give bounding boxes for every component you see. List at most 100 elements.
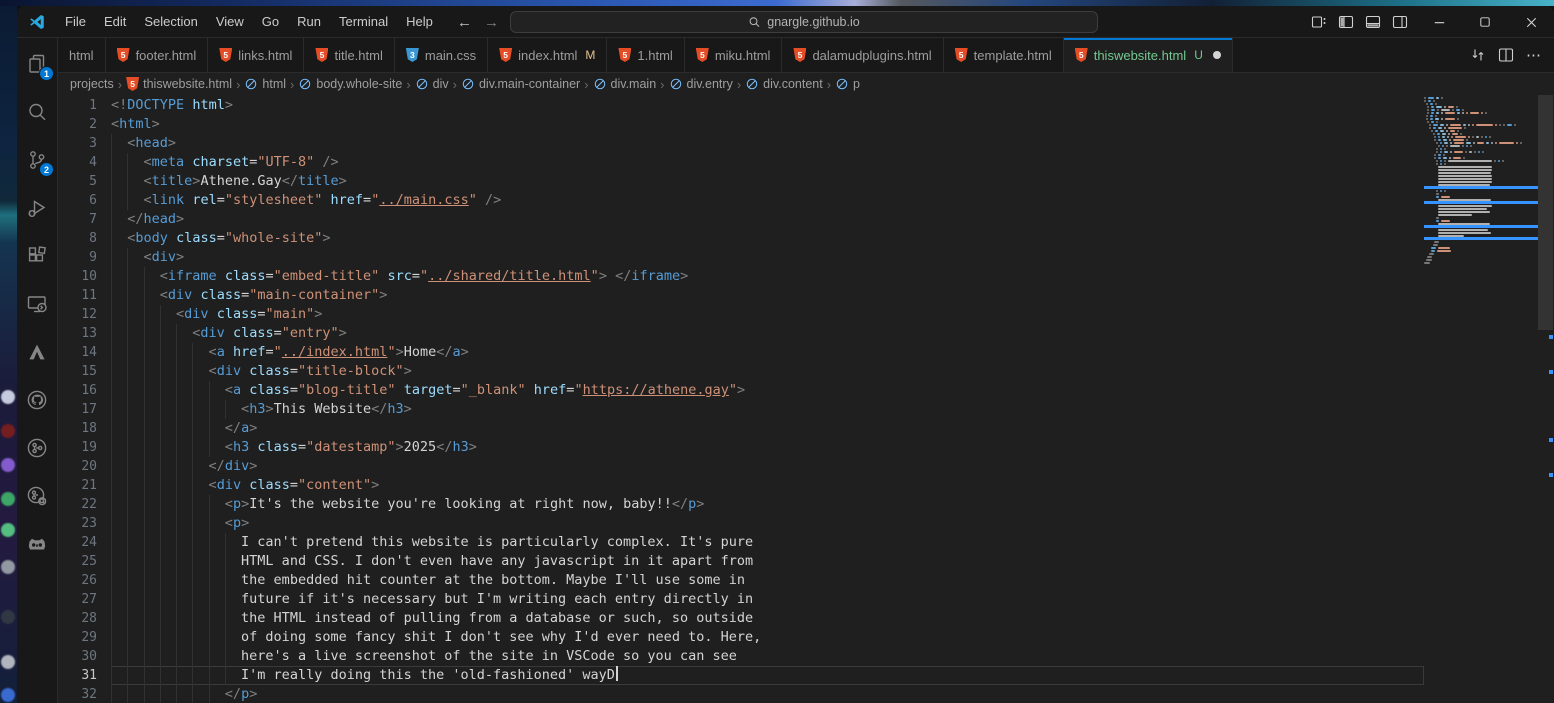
- activity-item-remote-explorer[interactable]: [17, 280, 57, 328]
- line-number[interactable]: 23: [58, 514, 111, 533]
- line-number[interactable]: 22: [58, 495, 111, 514]
- code-line-2[interactable]: <html>: [111, 115, 1424, 134]
- code-line-8[interactable]: <body class="whole-site">: [111, 229, 1424, 248]
- line-number[interactable]: 2: [58, 115, 111, 134]
- menu-edit[interactable]: Edit: [95, 6, 135, 37]
- tab-footer.html[interactable]: 5footer.html: [106, 38, 209, 72]
- menu-run[interactable]: Run: [288, 6, 330, 37]
- code-line-15[interactable]: <div class="title-block">: [111, 362, 1424, 381]
- line-number[interactable]: 17: [58, 400, 111, 419]
- line-number[interactable]: 7: [58, 210, 111, 229]
- breadcrumb-item-div.entry[interactable]: div.entry: [669, 77, 733, 91]
- code-line-13[interactable]: <div class="entry">: [111, 324, 1424, 343]
- code-line-23[interactable]: <p>: [111, 514, 1424, 533]
- line-number[interactable]: 18: [58, 419, 111, 438]
- tab-thiswebsite.html[interactable]: 5thiswebsite.htmlU: [1064, 38, 1233, 72]
- activity-item-triangle-a[interactable]: [17, 328, 57, 376]
- minimap[interactable]: [1424, 95, 1538, 703]
- line-number[interactable]: 12: [58, 305, 111, 324]
- line-number[interactable]: 27: [58, 590, 111, 609]
- code-line-25[interactable]: HTML and CSS. I don't even have any java…: [111, 552, 1424, 571]
- line-number[interactable]: 9: [58, 248, 111, 267]
- code-line-32[interactable]: </p>: [111, 685, 1424, 703]
- code-line-31[interactable]: I'm really doing this the 'old-fashioned…: [111, 666, 1424, 685]
- close-button[interactable]: [1508, 6, 1554, 38]
- code-line-26[interactable]: the embedded hit counter at the bottom. …: [111, 571, 1424, 590]
- breadcrumb-item-div.content[interactable]: div.content: [745, 77, 823, 91]
- code-line-9[interactable]: <div>: [111, 248, 1424, 267]
- split-editor-icon[interactable]: [1498, 47, 1514, 63]
- tab-html[interactable]: html: [58, 38, 106, 72]
- code-line-27[interactable]: future if it's necessary but I'm writing…: [111, 590, 1424, 609]
- code-line-1[interactable]: <!DOCTYPE html>: [111, 96, 1424, 115]
- line-number[interactable]: 11: [58, 286, 111, 305]
- line-number[interactable]: 10: [58, 267, 111, 286]
- code-line-22[interactable]: <p>It's the website you're looking at ri…: [111, 495, 1424, 514]
- vscode-logo-icon[interactable]: [28, 13, 46, 31]
- code-line-14[interactable]: <a href="../index.html">Home</a>: [111, 343, 1424, 362]
- menu-view[interactable]: View: [207, 6, 253, 37]
- breadcrumb-item-div.main-container[interactable]: div.main-container: [461, 77, 580, 91]
- code-line-29[interactable]: of doing some fancy shit I don't see why…: [111, 628, 1424, 647]
- breadcrumb-item-projects[interactable]: projects: [70, 77, 114, 91]
- tab-1.html[interactable]: 51.html: [607, 38, 684, 72]
- activity-item-files[interactable]: 1: [17, 40, 57, 88]
- line-number[interactable]: 32: [58, 685, 111, 703]
- code-line-10[interactable]: <iframe class="embed-title" src="../shar…: [111, 267, 1424, 286]
- toggle-panel-right-icon[interactable]: [1392, 14, 1408, 30]
- tab-miku.html[interactable]: 5miku.html: [685, 38, 783, 72]
- line-number[interactable]: 24: [58, 533, 111, 552]
- minimize-button[interactable]: [1416, 6, 1462, 38]
- code-line-18[interactable]: </a>: [111, 419, 1424, 438]
- line-number[interactable]: 3: [58, 134, 111, 153]
- code-line-12[interactable]: <div class="main">: [111, 305, 1424, 324]
- breadcrumb-item-div.main[interactable]: div.main: [593, 77, 657, 91]
- breadcrumb-item-thiswebsite.html[interactable]: 5thiswebsite.html: [126, 77, 232, 91]
- command-center-search[interactable]: gnargle.github.io: [510, 11, 1098, 33]
- scrollbar-slider[interactable]: [1538, 95, 1553, 330]
- line-number[interactable]: 28: [58, 609, 111, 628]
- code-line-19[interactable]: <h3 class="datestamp">2025</h3>: [111, 438, 1424, 457]
- tab-links.html[interactable]: 5links.html: [208, 38, 304, 72]
- line-number[interactable]: 19: [58, 438, 111, 457]
- more-actions-icon[interactable]: ⋯: [1526, 46, 1542, 65]
- toggle-panel-left-icon[interactable]: [1338, 14, 1354, 30]
- line-number[interactable]: 26: [58, 571, 111, 590]
- open-changes-icon[interactable]: [1470, 47, 1486, 63]
- line-number[interactable]: 20: [58, 457, 111, 476]
- menu-go[interactable]: Go: [253, 6, 288, 37]
- tab-index.html[interactable]: 5index.htmlM: [488, 38, 607, 72]
- tab-main.css[interactable]: 3main.css: [395, 38, 488, 72]
- line-number[interactable]: 21: [58, 476, 111, 495]
- activity-item-godot[interactable]: [17, 520, 57, 568]
- line-number[interactable]: 29: [58, 628, 111, 647]
- breadcrumb-item-body.whole-site[interactable]: body.whole-site: [298, 77, 402, 91]
- activity-item-git-graph[interactable]: [17, 424, 57, 472]
- maximize-button[interactable]: [1462, 6, 1508, 38]
- line-number[interactable]: 4: [58, 153, 111, 172]
- menu-terminal[interactable]: Terminal: [330, 6, 397, 37]
- breadcrumb-item-html[interactable]: html: [244, 77, 286, 91]
- line-number[interactable]: 1: [58, 96, 111, 115]
- line-number[interactable]: 16: [58, 381, 111, 400]
- activity-item-search[interactable]: [17, 88, 57, 136]
- forward-arrow-icon[interactable]: →: [484, 14, 499, 31]
- tab-dalamudplugins.html[interactable]: 5dalamudplugins.html: [782, 38, 943, 72]
- code-line-17[interactable]: <h3>This Website</h3>: [111, 400, 1424, 419]
- code-line-5[interactable]: <title>Athene.Gay</title>: [111, 172, 1424, 191]
- code-line-3[interactable]: <head>: [111, 134, 1424, 153]
- code-line-30[interactable]: here's a live screenshot of the site in …: [111, 647, 1424, 666]
- tab-template.html[interactable]: 5template.html: [944, 38, 1064, 72]
- activity-item-github[interactable]: [17, 376, 57, 424]
- line-number[interactable]: 13: [58, 324, 111, 343]
- line-number[interactable]: 15: [58, 362, 111, 381]
- menu-help[interactable]: Help: [397, 6, 442, 37]
- line-number[interactable]: 31: [58, 666, 111, 685]
- line-number[interactable]: 14: [58, 343, 111, 362]
- vertical-scrollbar[interactable]: [1538, 95, 1554, 703]
- toggle-panel-bottom-icon[interactable]: [1365, 14, 1381, 30]
- line-number[interactable]: 30: [58, 647, 111, 666]
- code-line-7[interactable]: </head>: [111, 210, 1424, 229]
- back-arrow-icon[interactable]: ←: [457, 14, 472, 31]
- menu-selection[interactable]: Selection: [135, 6, 206, 37]
